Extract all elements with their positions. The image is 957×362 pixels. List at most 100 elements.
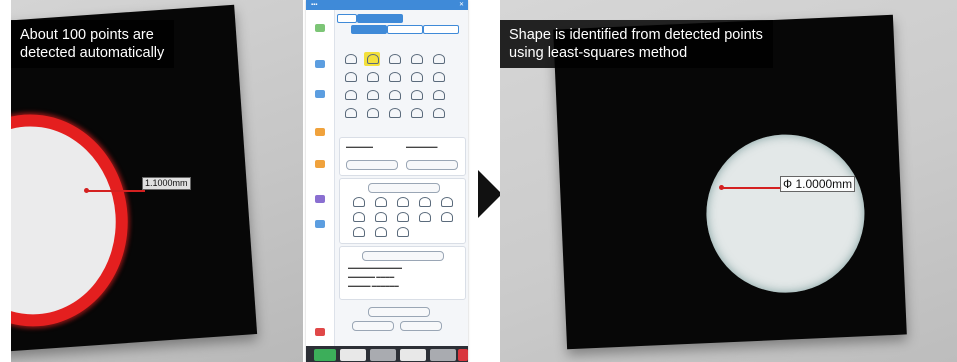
shape-tool-icon: [367, 90, 379, 100]
bottom-bar-button[interactable]: [400, 349, 426, 361]
shape-tool-button[interactable]: [408, 106, 424, 120]
left-measurement-photo: 1.1000mm About 100 points are detected a…: [11, 0, 303, 362]
software-tabs: [337, 14, 464, 44]
bottom-bar-button[interactable]: [458, 349, 468, 361]
tool-icon: [375, 227, 387, 237]
options-card: ▬▬▬▬▬▬▬▬▬▬▬▬ ▬▬▬▬▬▬ ▬▬▬▬ ▬▬▬▬▬ ▬▬▬▬▬▬: [339, 246, 466, 300]
shape-tool-icon: [345, 54, 357, 64]
tool-button[interactable]: [350, 225, 366, 239]
tool-button[interactable]: [394, 225, 410, 239]
left-caption-line-1: About 100 points are: [20, 27, 154, 43]
shape-tool-button[interactable]: [342, 106, 358, 120]
sidebar-icon: [315, 60, 325, 68]
shape-tool-icon: [411, 90, 423, 100]
tool-button[interactable]: [394, 210, 410, 224]
sidebar-item-8[interactable]: [309, 328, 331, 336]
left-caption: About 100 points are detected automatica…: [11, 20, 175, 68]
shape-tool-button[interactable]: [364, 52, 380, 66]
confirm-button[interactable]: [352, 321, 394, 331]
right-caption: Shape is identified from detected points…: [500, 20, 773, 68]
settings-button[interactable]: [346, 160, 398, 170]
tool-button[interactable]: [372, 225, 388, 239]
shape-tool-button[interactable]: [408, 70, 424, 84]
shape-tool-icon: [389, 108, 401, 118]
tool-icon: [419, 197, 431, 207]
sidebar-item-6[interactable]: [309, 195, 331, 203]
diameter-measurement-label: Ф 1.0000mm: [780, 176, 856, 192]
software-title: ▪▪▪: [311, 2, 318, 8]
sidebar-item-7[interactable]: [309, 220, 331, 228]
bottom-bar-button[interactable]: [430, 349, 456, 361]
tool-button[interactable]: [350, 210, 366, 224]
bottom-bar-button[interactable]: [314, 349, 336, 361]
shape-tool-button[interactable]: [430, 106, 446, 120]
shape-tool-button[interactable]: [430, 70, 446, 84]
apply-button[interactable]: [368, 307, 430, 317]
subtab-1[interactable]: [351, 25, 387, 34]
sidebar-item-5[interactable]: [309, 160, 331, 168]
options-header-button[interactable]: [362, 251, 444, 261]
identified-circle: [703, 131, 868, 296]
shape-tool-button[interactable]: [386, 88, 402, 102]
tool-button[interactable]: [394, 195, 410, 209]
tab-1[interactable]: [337, 14, 357, 23]
close-icon[interactable]: ✕: [459, 1, 464, 9]
subtab-2[interactable]: [387, 25, 423, 34]
shape-tool-button[interactable]: [408, 88, 424, 102]
shape-tool-button[interactable]: [342, 70, 358, 84]
bottom-bar-button[interactable]: [340, 349, 366, 361]
shape-tool-icon: [389, 72, 401, 82]
shape-tool-button[interactable]: [364, 106, 380, 120]
settings-line: ▬▬▬▬▬▬▬: [406, 144, 438, 149]
next-step-arrow: [478, 170, 502, 218]
shape-tool-icon: [367, 108, 379, 118]
measurement-label: 1.1000mm: [142, 177, 191, 190]
shape-tool-icon: [433, 54, 445, 64]
shape-tool-button[interactable]: [386, 52, 402, 66]
tool-button[interactable]: [438, 210, 454, 224]
shape-tool-icon: [345, 72, 357, 82]
shape-tool-icon: [389, 54, 401, 64]
tool-header-button[interactable]: [368, 183, 440, 193]
sidebar-item-2[interactable]: [309, 60, 331, 68]
tool-button[interactable]: [372, 195, 388, 209]
shape-tool-button[interactable]: [342, 88, 358, 102]
sidebar-item-3[interactable]: [309, 90, 331, 98]
shape-tool-button[interactable]: [430, 52, 446, 66]
sidebar-icon: [315, 328, 325, 336]
tool-icon: [397, 227, 409, 237]
sidebar-item-1[interactable]: [309, 24, 331, 32]
shape-tool-button[interactable]: [386, 70, 402, 84]
sidebar-icon: [315, 195, 325, 203]
bottom-bar-button[interactable]: [370, 349, 396, 361]
right-measurement-photo: Ф 1.0000mm Shape is identified from dete…: [500, 0, 957, 362]
software-bottom-bar: [306, 346, 468, 362]
settings-line: ▬▬▬▬▬▬: [346, 144, 373, 149]
shape-tool-icon: [389, 90, 401, 100]
shape-tool-button[interactable]: [408, 52, 424, 66]
shape-tool-icon: [433, 72, 445, 82]
tool-icon: [397, 212, 409, 222]
shape-tool-button[interactable]: [364, 70, 380, 84]
tool-button[interactable]: [438, 195, 454, 209]
subtab-3[interactable]: [423, 25, 459, 34]
shape-tool-icon: [345, 108, 357, 118]
tool-button[interactable]: [372, 210, 388, 224]
left-caption-line-2: detected automatically: [20, 45, 165, 61]
shape-tool-icon: [411, 54, 423, 64]
shape-tool-button[interactable]: [364, 88, 380, 102]
option-line: ▬▬▬▬▬ ▬▬▬▬▬▬: [348, 283, 399, 288]
tool-button[interactable]: [416, 210, 432, 224]
cancel-button[interactable]: [400, 321, 442, 331]
tool-icon: [353, 212, 365, 222]
shape-tool-button[interactable]: [342, 52, 358, 66]
tool-button[interactable]: [416, 195, 432, 209]
tool-button[interactable]: [350, 195, 366, 209]
sidebar-item-4[interactable]: [309, 128, 331, 136]
tool-icon: [353, 197, 365, 207]
tab-2[interactable]: [357, 14, 403, 23]
shape-tool-icon: [345, 90, 357, 100]
settings-button[interactable]: [406, 160, 458, 170]
shape-tool-button[interactable]: [386, 106, 402, 120]
shape-tool-button[interactable]: [430, 88, 446, 102]
